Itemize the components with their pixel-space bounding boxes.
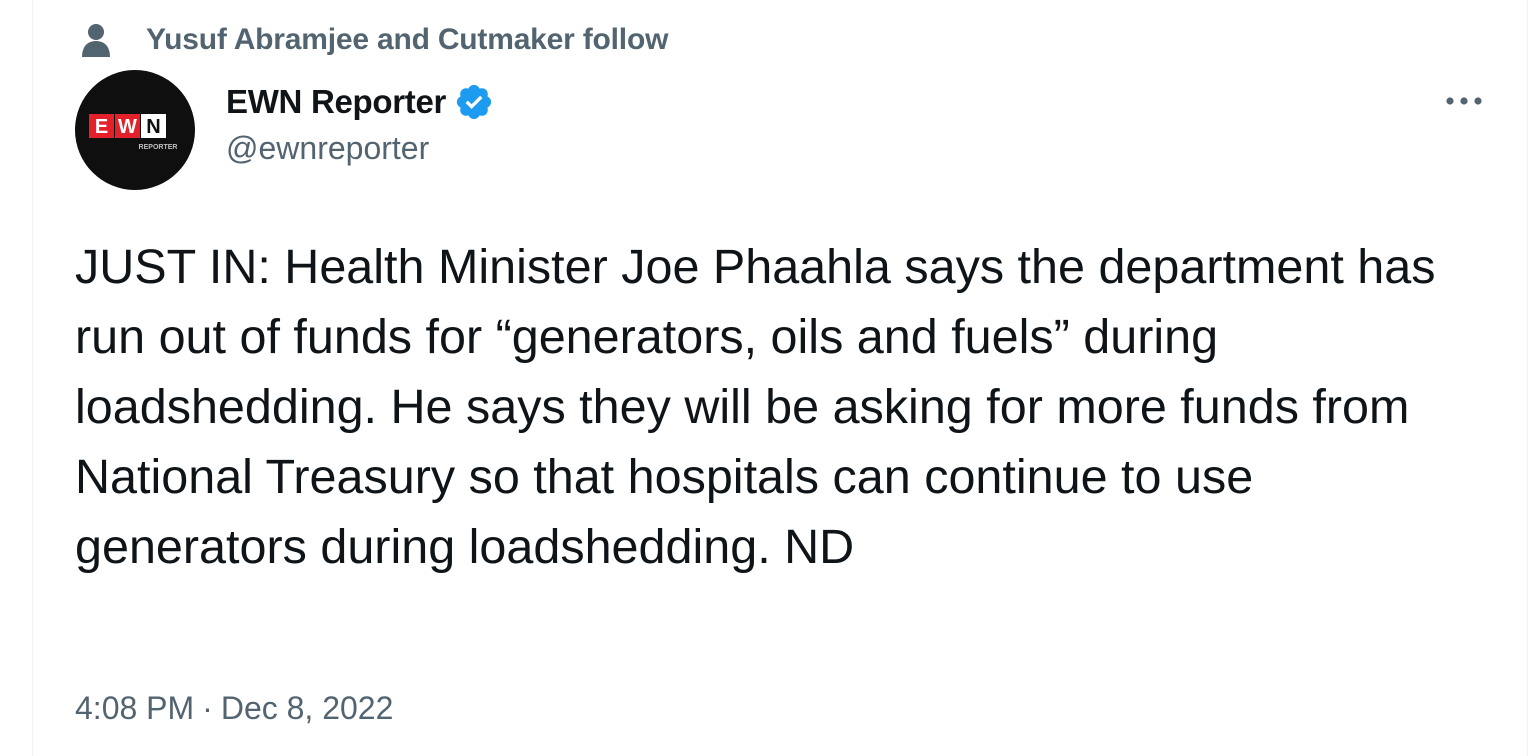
svg-text:W: W — [118, 116, 137, 138]
tweet-meta: 4:08 PM · Dec 8, 2022 — [75, 690, 393, 727]
author-handle[interactable]: @ewnreporter — [226, 130, 494, 167]
meta-separator: · — [202, 690, 213, 726]
svg-text:REPORTER: REPORTER — [139, 144, 178, 151]
svg-text:E: E — [95, 116, 108, 138]
tweet-date[interactable]: Dec 8, 2022 — [221, 690, 394, 727]
author-display-name[interactable]: EWN Reporter — [226, 83, 446, 121]
social-context-text: Yusuf Abramjee and Cutmaker follow — [146, 23, 669, 56]
avatar[interactable]: E W N REPORTER — [75, 70, 195, 190]
tweet-time[interactable]: 4:08 PM — [75, 690, 194, 727]
author-name-row[interactable]: EWN Reporter — [226, 80, 494, 124]
tweet-text: JUST IN: Health Minister Joe Phaahla say… — [75, 240, 1449, 574]
author-block: EWN Reporter @ewnreporter — [226, 80, 494, 167]
svg-text:N: N — [146, 116, 160, 138]
social-context[interactable]: Yusuf Abramjee and Cutmaker follow — [79, 18, 668, 62]
more-horizontal-icon — [1446, 97, 1482, 105]
ewn-logo: E W N REPORTER — [89, 114, 178, 151]
more-options-button[interactable] — [1441, 84, 1487, 118]
verified-badge-icon[interactable] — [454, 82, 494, 122]
person-icon — [79, 21, 113, 59]
tweet-card: Yusuf Abramjee and Cutmaker follow E W N… — [32, 0, 1528, 756]
